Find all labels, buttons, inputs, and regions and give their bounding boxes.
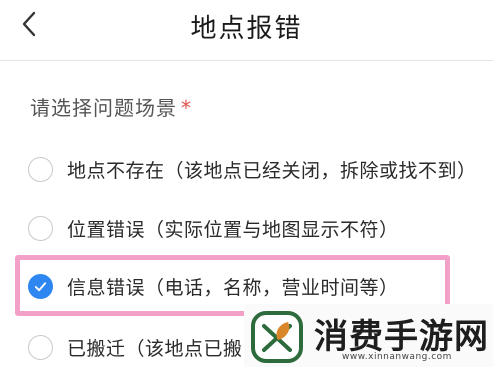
option-wrong-info[interactable]: 信息错误（电话，名称，营业时间等） — [28, 266, 488, 306]
header-divider — [0, 60, 493, 61]
checkmark-icon — [34, 281, 47, 291]
radio-checked-icon[interactable] — [28, 273, 53, 299]
option-label: 已搬迁（该地点已搬 — [67, 337, 243, 360]
page-title: 地点报错 — [190, 14, 303, 44]
header-bar: 地点报错 — [0, 0, 493, 48]
question-label-text: 请选择问题场景 — [30, 96, 177, 120]
option-label: 信息错误（电话，名称，营业时间等） — [67, 276, 399, 299]
radio-unchecked-icon[interactable] — [28, 334, 53, 360]
option-wrong-location[interactable]: 位置错误（实际位置与地图显示不符） — [28, 208, 488, 248]
option-label: 位置错误（实际位置与地图显示不符） — [67, 218, 399, 241]
watermark-title: 消费手游网 — [314, 317, 489, 357]
required-mark: * — [181, 96, 192, 120]
watermark-url: www.xinnanwang.com — [342, 352, 452, 362]
option-label: 地点不存在（该地点已经关闭，拆除或找不到） — [67, 159, 477, 182]
radio-unchecked-icon[interactable] — [28, 215, 53, 241]
watermark: 消费手游网 www.xinnanwang.com — [244, 304, 493, 367]
leaf-logo-icon — [251, 311, 303, 363]
option-place-not-exist[interactable]: 地点不存在（该地点已经关闭，拆除或找不到） — [28, 149, 488, 189]
question-label: 请选择问题场景 * — [30, 92, 192, 121]
radio-unchecked-icon[interactable] — [28, 156, 53, 182]
